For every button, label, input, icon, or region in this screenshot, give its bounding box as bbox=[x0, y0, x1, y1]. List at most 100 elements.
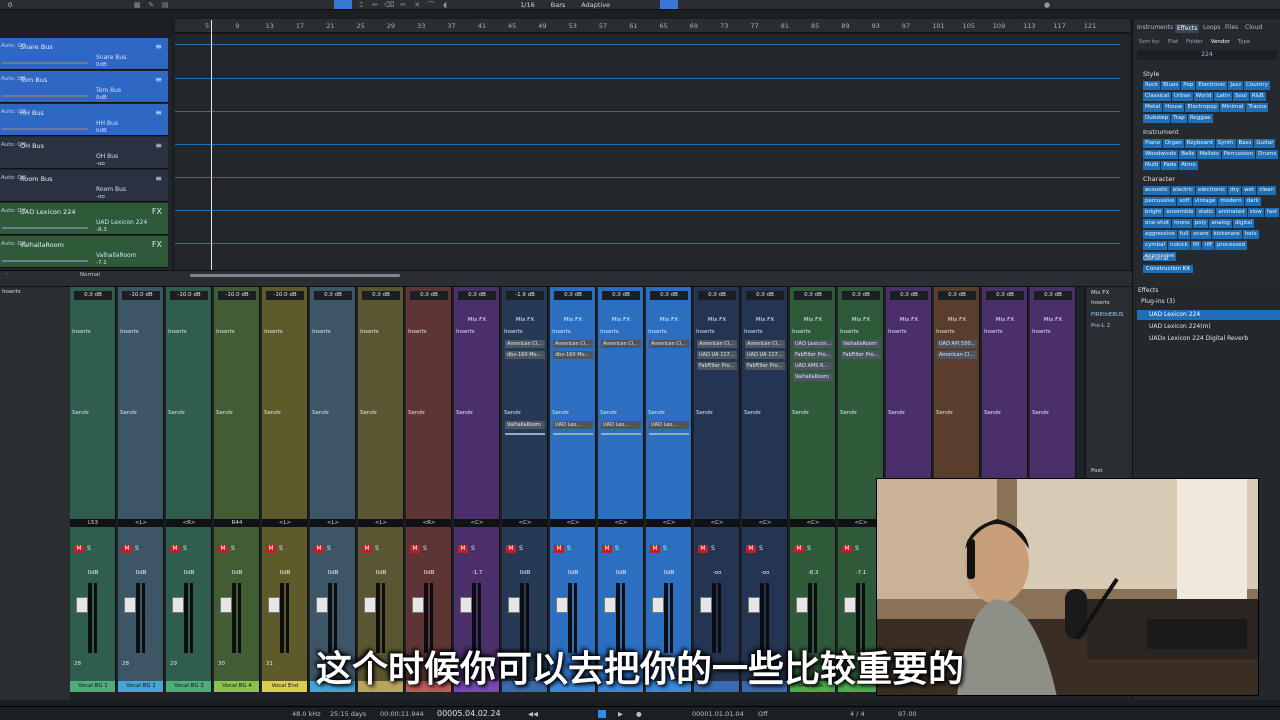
sends-label[interactable]: Sends bbox=[120, 410, 137, 416]
tag[interactable]: Organ bbox=[1162, 139, 1184, 148]
inserts-label[interactable]: Inserts bbox=[312, 329, 331, 335]
tag[interactable]: wet bbox=[1242, 186, 1257, 195]
input-gain[interactable]: 0.0 dB bbox=[458, 291, 496, 300]
volume-slider[interactable] bbox=[2, 128, 88, 130]
insert-plugin[interactable]: ValhallaRoom bbox=[841, 340, 881, 348]
inserts-label[interactable]: Inserts bbox=[72, 329, 91, 335]
tag[interactable]: static bbox=[1196, 208, 1216, 217]
send-slot[interactable]: UAD Lex... bbox=[649, 421, 689, 429]
pan-control[interactable]: <C> bbox=[598, 519, 643, 527]
inserts-label[interactable]: Inserts bbox=[840, 329, 859, 335]
mixfx-label[interactable]: Mix FX bbox=[790, 317, 835, 323]
sort-folder[interactable]: Folder bbox=[1186, 39, 1203, 45]
mixer-channel[interactable]: 0.0 dB Inserts Sends L53 M S 0dB 28 Vocal BG 1 bbox=[70, 287, 116, 692]
snap-toggle-button[interactable] bbox=[660, 0, 679, 9]
insert-plugin[interactable]: FabFilter Pro... bbox=[697, 362, 737, 370]
tag[interactable]: dry bbox=[1228, 186, 1242, 195]
sends-label[interactable]: Sends bbox=[552, 410, 569, 416]
tag[interactable]: electronic bbox=[1196, 186, 1228, 195]
sort-vendor[interactable]: Vendor bbox=[1211, 39, 1230, 45]
tag[interactable]: electric bbox=[1170, 186, 1196, 195]
track-header[interactable]: Auto: Off Snare Bus Snare Bus 0dB ≡ bbox=[0, 38, 168, 70]
tag[interactable]: digital bbox=[1232, 219, 1255, 228]
effect-item[interactable]: UAD Lexicon 224(m) bbox=[1137, 322, 1280, 332]
tag[interactable]: Construction Kit bbox=[1143, 265, 1194, 273]
arrange-view[interactable] bbox=[175, 34, 1130, 270]
mixer-channel[interactable]: 0.0 dB Inserts Sends <R> M S 0dB bbox=[406, 287, 452, 692]
tag[interactable]: percussive bbox=[1143, 197, 1177, 206]
tag[interactable]: soft bbox=[1177, 197, 1192, 206]
sends-label[interactable]: Sends bbox=[888, 410, 905, 416]
tag[interactable]: fast bbox=[1264, 208, 1280, 217]
solo-button[interactable]: S bbox=[327, 545, 331, 552]
mute-button[interactable]: M bbox=[266, 545, 276, 553]
tag[interactable]: Rock bbox=[1143, 81, 1161, 90]
mixfx-label[interactable]: Mix FX bbox=[646, 317, 691, 323]
pan-control[interactable]: <C> bbox=[454, 519, 499, 527]
sends-label[interactable]: Sends bbox=[360, 410, 377, 416]
listen-tool-icon[interactable]: ◖ bbox=[440, 1, 450, 9]
volume-slider[interactable] bbox=[2, 227, 88, 229]
input-gain[interactable]: 0.0 dB bbox=[554, 291, 592, 300]
pan-control[interactable]: <C> bbox=[790, 519, 835, 527]
mixfx-label[interactable]: Mix FX bbox=[982, 317, 1027, 323]
tag[interactable]: Mallets bbox=[1197, 150, 1221, 159]
tag[interactable]: House bbox=[1163, 103, 1185, 112]
track-name[interactable]: ValhallaRoom bbox=[20, 241, 64, 249]
tag[interactable]: one-shot bbox=[1143, 219, 1172, 228]
pan-control[interactable]: R44 bbox=[214, 519, 259, 527]
fader-handle[interactable] bbox=[220, 597, 232, 613]
search-input[interactable]: 224 bbox=[1137, 50, 1277, 60]
mixfx-label[interactable]: Mix FX bbox=[502, 317, 547, 323]
tag[interactable]: Blues bbox=[1161, 81, 1181, 90]
tab-instruments[interactable]: Instruments bbox=[1137, 24, 1173, 31]
range-tool-icon[interactable]: ⌶ bbox=[356, 1, 366, 9]
mixfx-label[interactable]: Mix FX bbox=[934, 317, 979, 323]
inserts-label[interactable]: Inserts bbox=[168, 329, 187, 335]
mute-button[interactable]: M bbox=[218, 545, 228, 553]
bar-position[interactable]: 00005.04.02.24 bbox=[437, 709, 501, 718]
tag[interactable]: bright bbox=[1143, 208, 1164, 217]
mixfx-label[interactable]: Mix FX bbox=[838, 317, 883, 323]
send-level[interactable] bbox=[505, 433, 545, 435]
pan-control[interactable]: <C> bbox=[694, 519, 739, 527]
rewind-button[interactable]: ◀◀ bbox=[528, 710, 538, 718]
pan-control[interactable]: <L> bbox=[118, 519, 163, 527]
tag[interactable]: Percussion bbox=[1221, 150, 1256, 159]
sends-label[interactable]: Sends bbox=[840, 410, 857, 416]
tempo[interactable]: 97.00 bbox=[898, 710, 917, 718]
inserts-label[interactable]: Inserts bbox=[600, 329, 619, 335]
tag[interactable]: Bass bbox=[1236, 139, 1254, 148]
sends-label[interactable]: Sends bbox=[744, 410, 761, 416]
mute-button[interactable]: M bbox=[746, 545, 756, 553]
playhead-cursor[interactable] bbox=[211, 20, 212, 270]
insert-plugin[interactable]: American Cl... bbox=[601, 340, 641, 348]
tag[interactable]: fill bbox=[1190, 241, 1202, 250]
fader-handle[interactable] bbox=[556, 597, 568, 613]
insert-plugin[interactable]: FabFilter Pro... bbox=[841, 351, 881, 359]
insert-plugin[interactable]: UAD AMS R... bbox=[793, 362, 833, 370]
quantize-select[interactable]: 1/16 bbox=[512, 1, 543, 9]
tag[interactable]: Latin bbox=[1214, 92, 1232, 101]
inserts-label[interactable]: Inserts bbox=[936, 329, 955, 335]
solo-button[interactable]: S bbox=[231, 545, 235, 552]
grid-icon[interactable]: ▦ bbox=[132, 1, 142, 9]
inserts-label[interactable]: Inserts bbox=[888, 329, 907, 335]
tag[interactable]: Synth bbox=[1215, 139, 1236, 148]
tag[interactable]: Multi bbox=[1143, 161, 1161, 170]
tag[interactable]: analog bbox=[1209, 219, 1232, 228]
pan-control[interactable]: L53 bbox=[70, 519, 115, 527]
track-name[interactable]: UAD Lexicon 224 bbox=[20, 208, 75, 216]
tag[interactable]: ensemble bbox=[1164, 208, 1196, 217]
mixer-channel[interactable]: -10.0 dB Inserts Sends <L> M S 0dB 31 Vocal End bbox=[262, 287, 308, 692]
tag[interactable]: Drums bbox=[1256, 150, 1279, 159]
inserts-label[interactable]: Inserts bbox=[696, 329, 715, 335]
solo-button[interactable]: S bbox=[471, 545, 475, 552]
folder-icon[interactable]: ≡ bbox=[155, 174, 162, 183]
mute-button[interactable]: M bbox=[170, 545, 180, 553]
sends-label[interactable]: Sends bbox=[504, 410, 521, 416]
sends-label[interactable]: Sends bbox=[168, 410, 185, 416]
fader-handle[interactable] bbox=[268, 597, 280, 613]
inserts-label[interactable]: Inserts bbox=[264, 329, 283, 335]
mixfx-label[interactable]: Mix FX bbox=[454, 317, 499, 323]
